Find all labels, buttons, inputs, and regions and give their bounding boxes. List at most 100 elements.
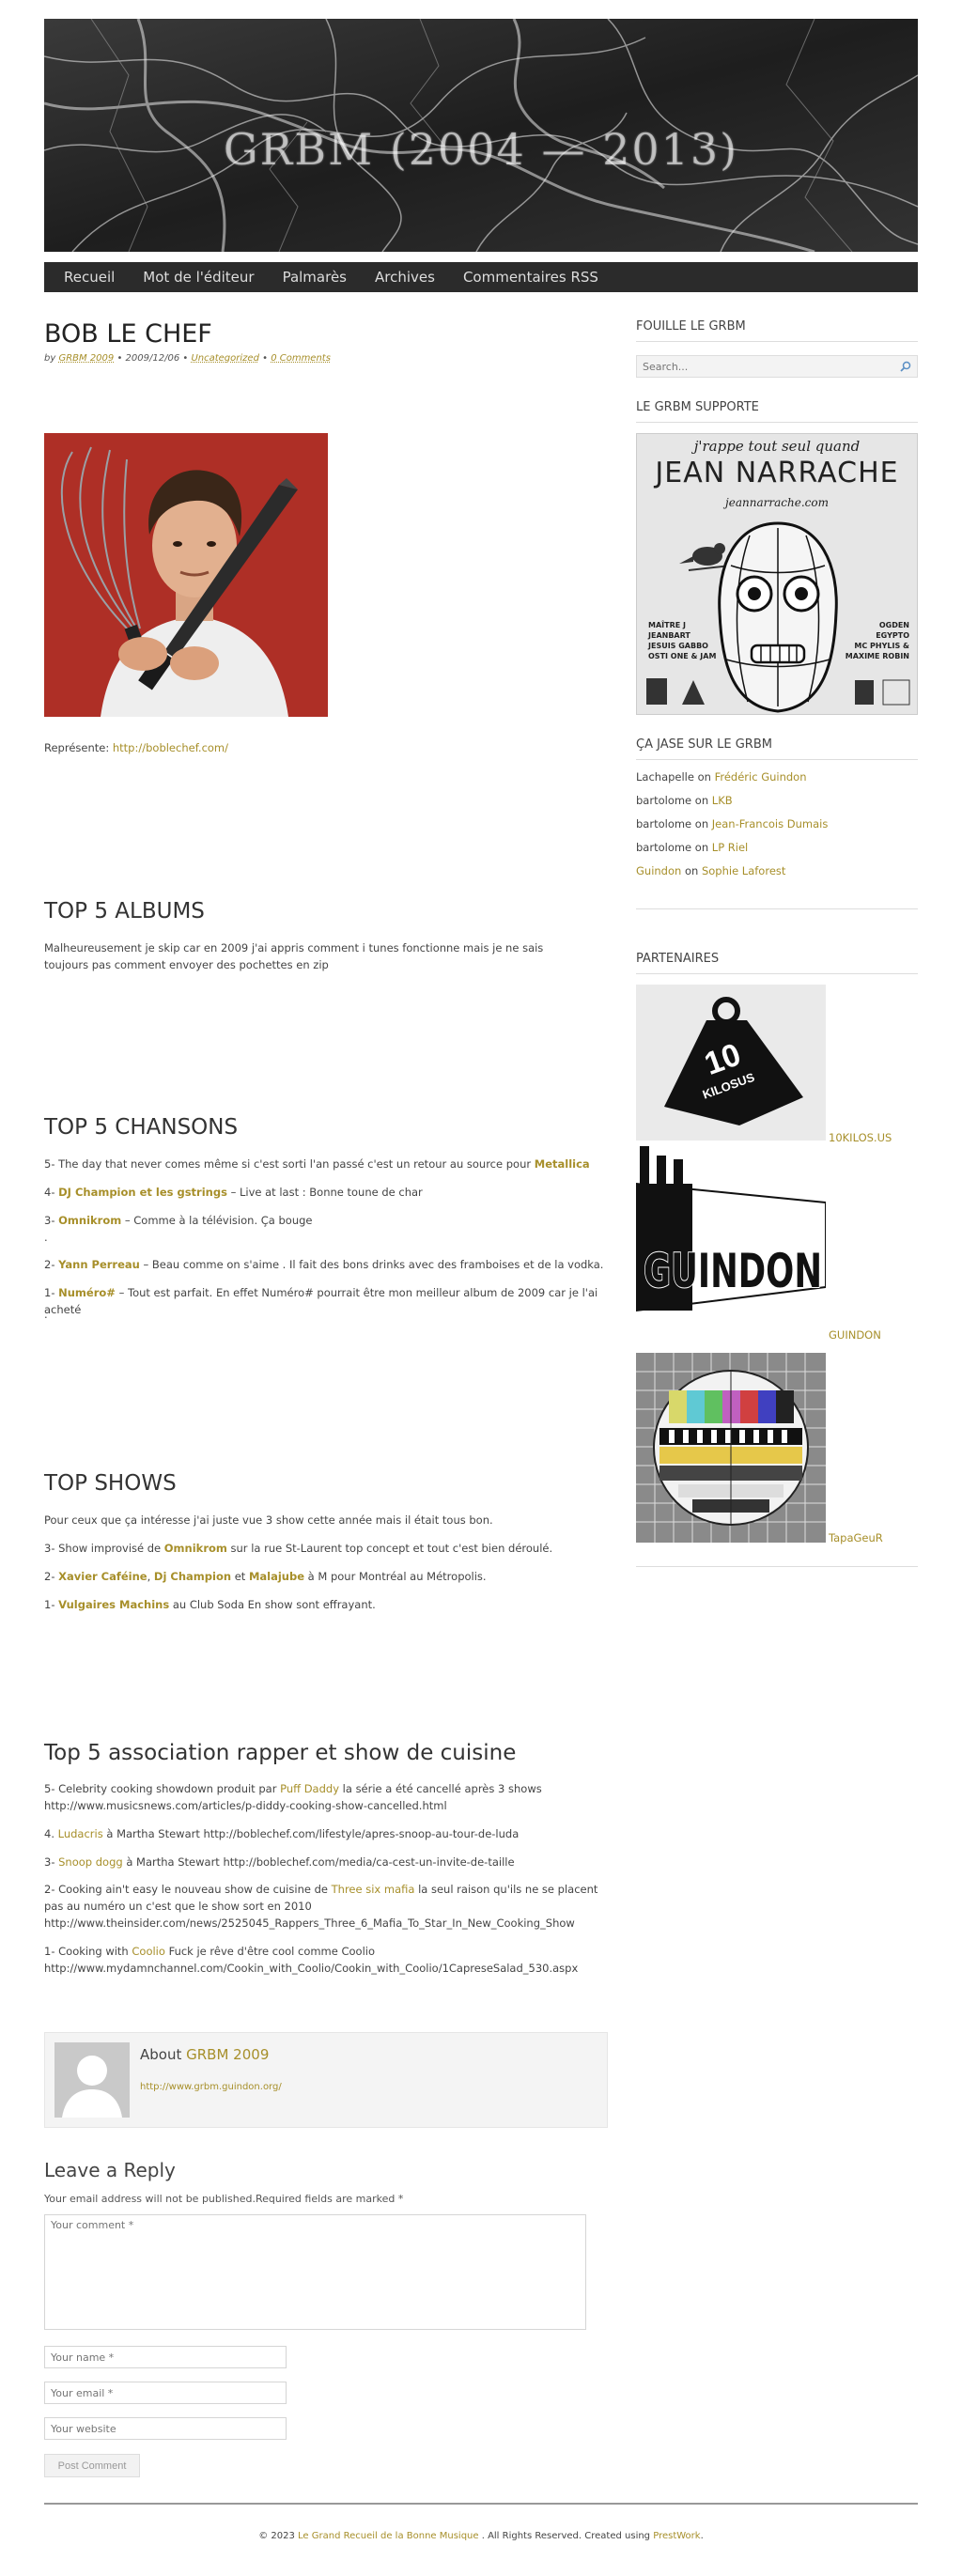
show-2: 2- Xavier Caféine, Dj Champion et Malaju… [44,1568,627,1585]
rapper-4-link[interactable]: Ludacris [58,1827,103,1840]
credit-right-4: MAXIME ROBIN [845,652,909,660]
rc-4-on: on [691,841,712,854]
author-about-label: About [140,2046,182,2063]
rapper-1-post: Fuck je rêve d'être cool comme Coolio [164,1945,376,1958]
footer-theme-link[interactable]: PrestWork [653,2531,700,2541]
website-field[interactable] [44,2417,287,2440]
chanson-1-num: 1- [44,1286,59,1299]
nav-item-palmares[interactable]: Palmarès [269,269,361,286]
chanson-1-link[interactable]: Numéro# [58,1286,116,1299]
show-3-pre: 3- Show improvisé de [44,1542,164,1555]
meta-category-link[interactable]: Uncategorized [191,353,258,364]
email-field[interactable] [44,2382,287,2404]
chanson-3-link[interactable]: Omnikrom [58,1214,121,1227]
reply-note: Your email address will not be published… [44,2193,404,2205]
meta-by: by [44,353,56,364]
credit-right-2: EGYPTO [876,631,909,640]
chef-photo [44,433,328,717]
rapper-5-post: la série a été cancellé après 3 shows [339,1782,542,1795]
search-box [636,355,918,378]
poster-left-credits: MAÎTRE J JEANBART JESUIS GABBO OSTI ONE … [648,620,716,661]
rapper-5-link[interactable]: Puff Daddy [280,1782,339,1795]
meta-author-link[interactable]: GRBM 2009 [58,353,114,364]
nav-item-recueil[interactable]: Recueil [50,269,129,286]
rc-2-on: on [691,794,712,807]
credit-left-3: JESUIS GABBO [648,642,708,650]
rapper-1-link[interactable]: Coolio [132,1945,165,1958]
site-title[interactable]: GRBM (2004 — 2013) [44,124,918,175]
author-name-link[interactable]: GRBM 2009 [186,2046,269,2063]
footer: © 2023 Le Grand Recueil de la Bonne Musi… [0,2531,962,2541]
rc-2-post-link[interactable]: LKB [712,794,733,807]
rc-4-post-link[interactable]: LP Riel [712,841,748,854]
post-title[interactable]: BOB LE CHEF [44,319,608,349]
nav-item-rss[interactable]: Commentaires RSS [449,269,613,286]
show-3-post: sur la rue St-Laurent top concept et tou… [226,1542,553,1555]
chanson-4: 4- DJ Champion et les gstrings – Live at… [44,1184,627,1201]
rapper-2: 2- Cooking ain't easy le nouveau show de… [44,1881,598,1932]
meta-comments-link[interactable]: 0 Comments [271,353,331,364]
partner-10kilos-logo[interactable]: 10 KILOSUS [636,985,826,1141]
rapper-3-link[interactable]: Snoop dogg [58,1855,123,1869]
rc-3-post-link[interactable]: Jean-Francois Dumais [712,817,829,830]
search-input[interactable] [637,356,891,377]
show-3-link[interactable]: Omnikrom [164,1542,227,1555]
chanson-4-link[interactable]: DJ Champion et les gstrings [58,1186,227,1199]
albums-text: Malheureusement je skip car en 2009 j'ai… [44,941,544,971]
show-2-link-xavier[interactable]: Xavier Caféine [58,1570,147,1583]
chanson-2: 2- Yann Perreau – Beau comme on s'aime .… [44,1256,627,1273]
post-comment-button[interactable]: Post Comment [44,2454,140,2477]
guindon-logo-text: GUINDON [644,1244,822,1298]
partners-widget-title: PARTENAIRES [636,952,918,974]
partner-guindon-logo[interactable]: GUINDON [635,1146,827,1325]
partner-guindon-link[interactable]: GUINDON [829,1328,881,1342]
rapper-5-url: http://www.musicsnews.com/articles/p-did… [44,1799,447,1812]
chanson-3: 3- Omnikrom – Comme à la télévision. Ça … [44,1212,627,1229]
meta-separator: • [262,353,272,364]
chanson-3-text: – Comme à la télévision. Ça bouge [121,1214,313,1227]
poster-mask-illustration [646,521,910,713]
chanson-5: 5- The day that never comes même si c'es… [44,1156,627,1172]
chanson-2-link[interactable]: Yann Perreau [58,1258,140,1271]
comment-textarea[interactable] [44,2214,586,2330]
partner-tapageur-logo[interactable] [636,1353,826,1543]
rapper-3-post: à Martha Stewart http://boblechef.com/me… [122,1855,515,1869]
credit-left-4: OSTI ONE & JAM [648,652,717,660]
rapper-1: 1- Cooking with Coolio Fuck je rêve d'êt… [44,1943,608,1977]
show-2-link-champion[interactable]: Dj Champion [154,1570,231,1583]
nav-item-archives[interactable]: Archives [361,269,449,286]
rc-5-author-link[interactable]: Guindon [636,864,681,877]
poster-right-credits: OGDEN EGYPTO MC PHYLIS & MAXIME ROBIN [846,620,909,661]
rapper-4: 4. Ludacris à Martha Stewart http://bobl… [44,1825,627,1842]
nav-item-mot-editeur[interactable]: Mot de l'éditeur [129,269,268,286]
rc-3-author: bartolome [636,817,692,830]
rapper-2-link[interactable]: Three six mafia [332,1883,415,1896]
chanson-5-link[interactable]: Metallica [535,1157,590,1171]
partner-10kilos-link[interactable]: 10KILOS.US [829,1131,892,1144]
rc-5-post-link[interactable]: Sophie Laforest [702,864,785,877]
factory-icon: GUINDON [635,1146,827,1312]
rapper-3: 3- Snoop dogg à Martha Stewart http://bo… [44,1854,627,1870]
chansons-heading: TOP 5 CHANSONS [44,1115,239,1140]
footer-site-link[interactable]: Le Grand Recueil de la Bonne Musique [298,2531,479,2541]
chanson-2-text: – Beau comme on s'aime . Il fait des bon… [139,1258,604,1271]
author-url-link[interactable]: http://www.grbm.guindon.org/ [140,2082,282,2092]
rc-1-post-link[interactable]: Frédéric Guindon [715,770,807,784]
rapper-5-pre: 5- Celebrity cooking showdown produit pa… [44,1782,281,1795]
recent-comment-4: bartolome on LP Riel [636,841,748,854]
represente-label: Représente: [44,741,110,754]
show-2-link-malajube[interactable]: Malajube [249,1570,304,1583]
rc-1-on: on [693,770,715,784]
recent-comment-5: Guindon on Sophie Laforest [636,864,785,877]
rc-1-author: Lachapelle [636,770,694,784]
name-field[interactable] [44,2346,287,2368]
credit-left-1: MAÎTRE J [648,621,686,629]
search-icon[interactable] [900,361,911,372]
main-nav: Recueil Mot de l'éditeur Palmarès Archiv… [44,262,918,292]
represente-link[interactable]: http://boblechef.com/ [113,741,228,754]
jean-narrache-poster[interactable]: j'rappe tout seul quand JEAN NARRACHE je… [636,433,918,715]
partner-tapageur-link[interactable]: TapaGeuR [829,1531,883,1544]
chanson-4-num: 4- [44,1186,59,1199]
show-1-link[interactable]: Vulgaires Machins [58,1598,169,1611]
post-meta: by GRBM 2009 • 2009/12/06 • Uncategorize… [44,353,608,364]
